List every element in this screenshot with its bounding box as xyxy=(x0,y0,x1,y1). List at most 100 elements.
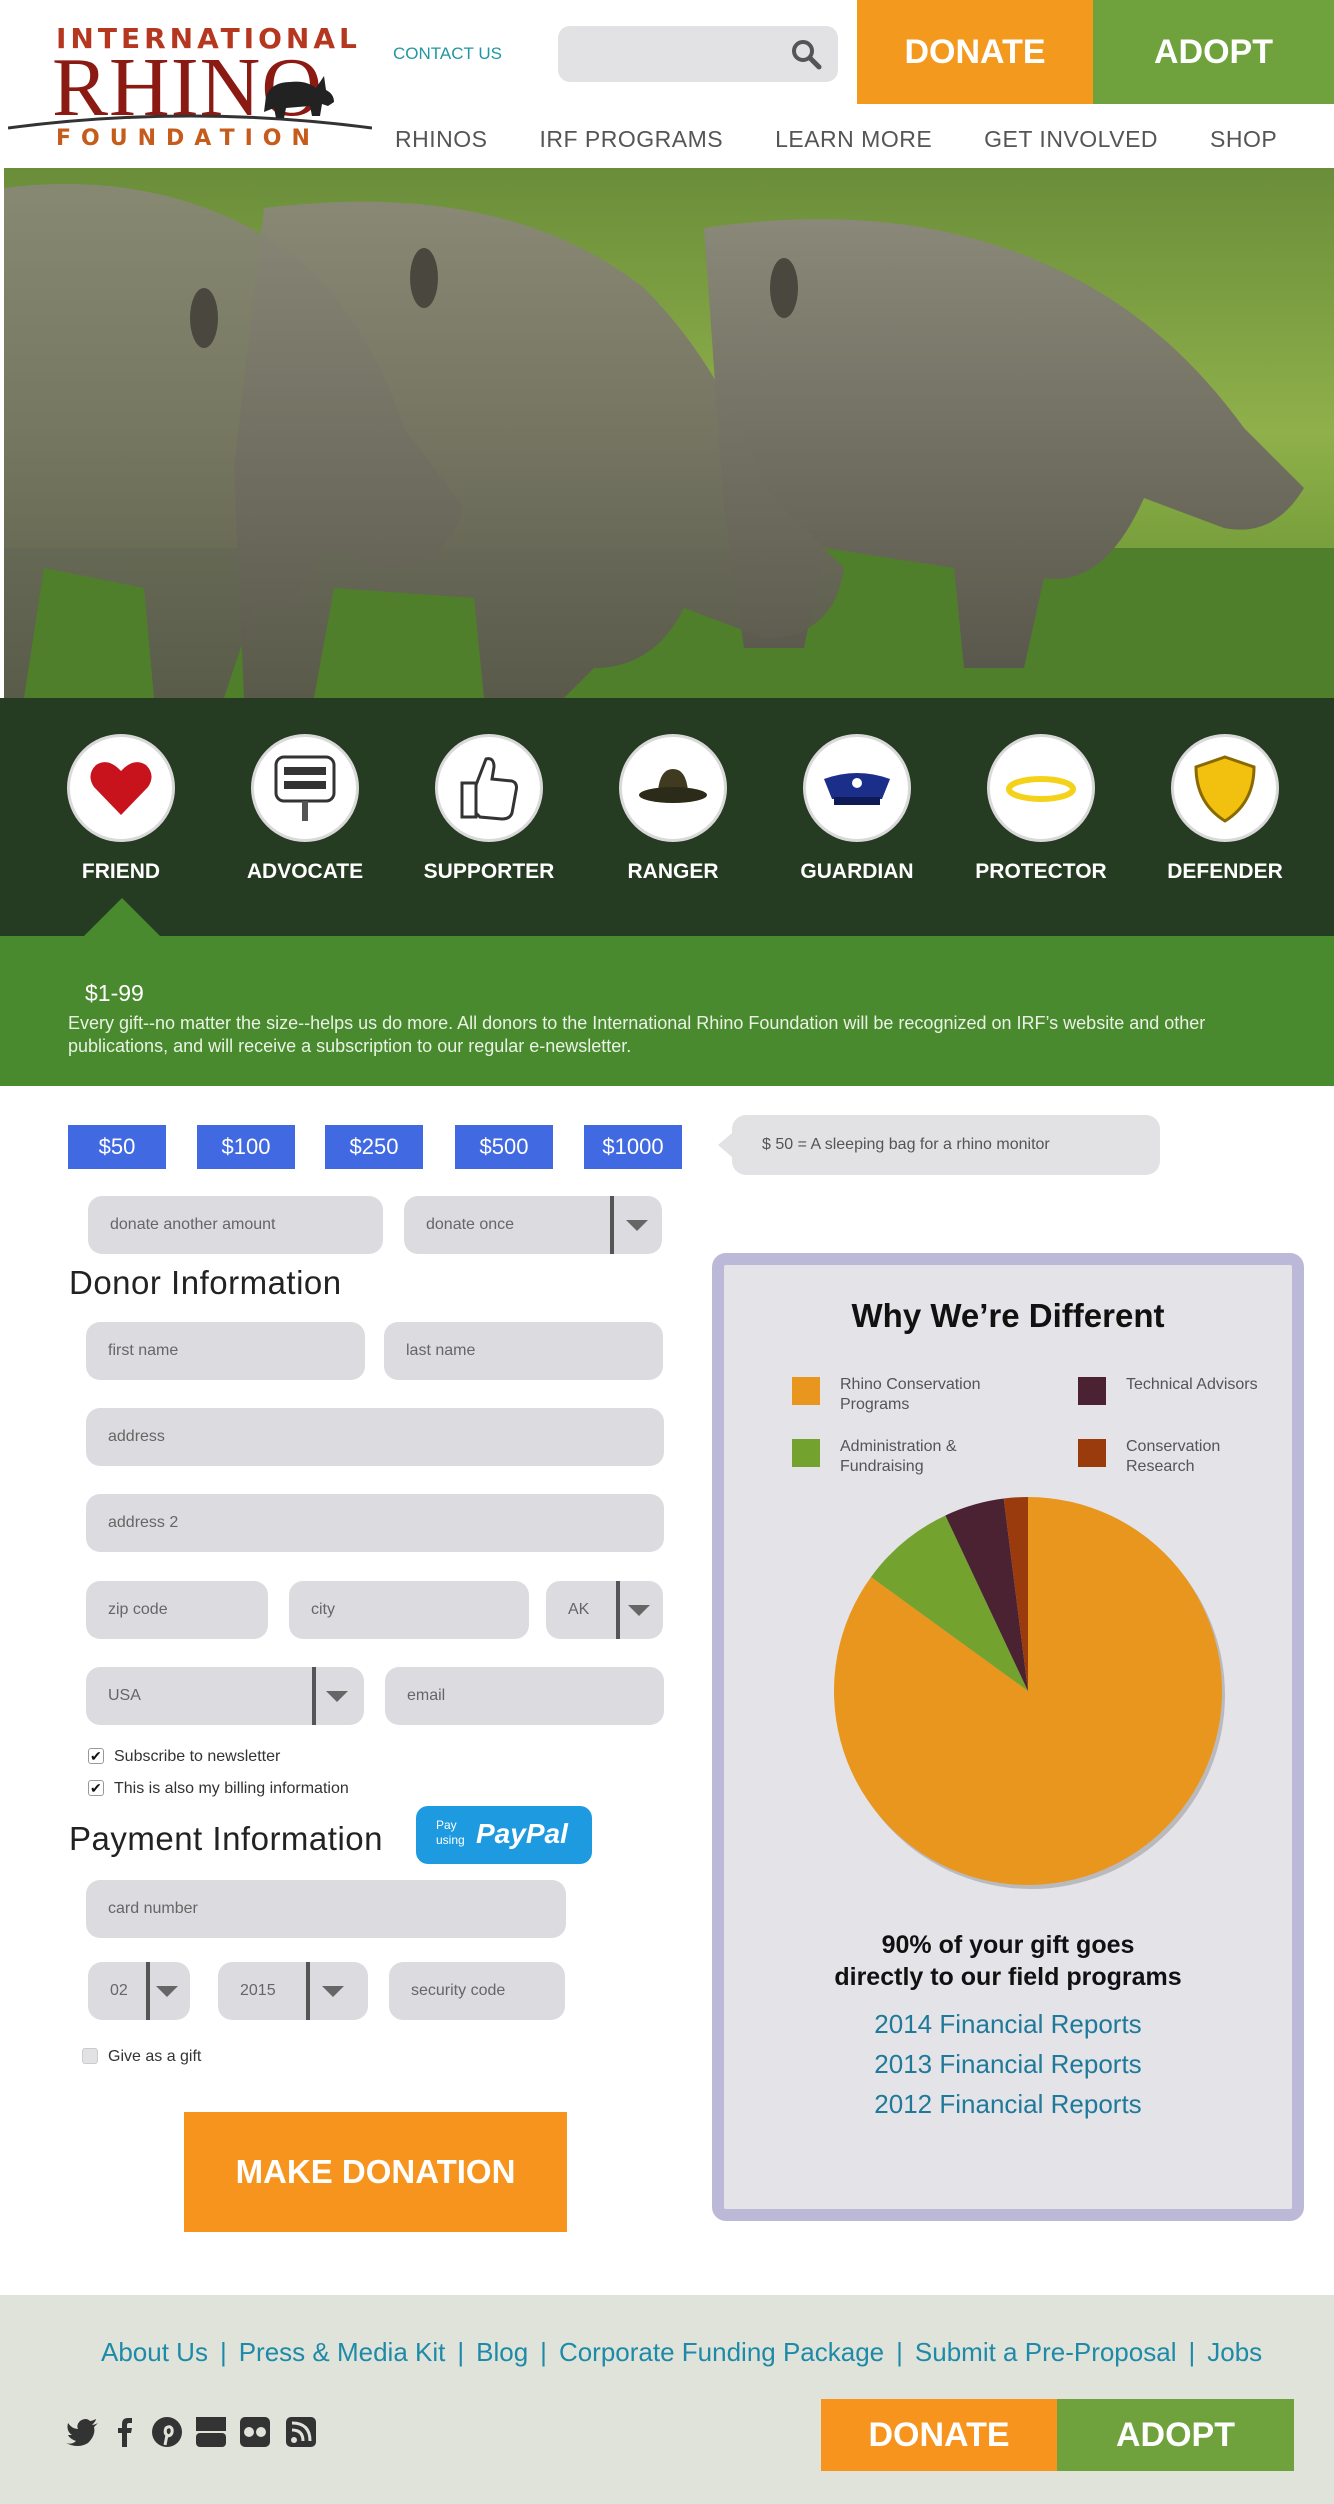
amount-1000-button[interactable]: $1000 xyxy=(584,1125,682,1169)
legend-label: Technical Advisors xyxy=(1126,1376,1258,1393)
youtube-icon[interactable] xyxy=(194,2415,228,2449)
tier-protector[interactable]: PROTECTOR xyxy=(961,734,1121,884)
twitter-icon[interactable] xyxy=(66,2415,100,2449)
stat-line-1: 90% of your gift goes xyxy=(881,1931,1135,1959)
search-icon[interactable] xyxy=(790,38,822,70)
tier-badge xyxy=(1171,734,1279,842)
header-adopt-button[interactable]: ADOPT xyxy=(1093,0,1334,104)
state-select[interactable]: AK xyxy=(546,1581,663,1639)
newsletter-label: Subscribe to newsletter xyxy=(114,1748,281,1765)
expiry-month-select[interactable]: 02 xyxy=(88,1962,190,2020)
frequency-select[interactable]: donate once xyxy=(404,1196,662,1254)
nav-item-shop[interactable]: SHOP xyxy=(1210,126,1277,156)
why-title: Why We’re Different xyxy=(851,1297,1165,1334)
select-divider xyxy=(146,1962,150,2020)
tier-description-text: Every gift--no matter the size--helps us… xyxy=(68,1013,1206,1056)
main-nav: RHINOS IRF PROGRAMS LEARN MORE GET INVOL… xyxy=(395,126,1329,156)
hero-rhino-photo xyxy=(4,168,1334,698)
tier-badge xyxy=(803,734,911,842)
make-donation-button[interactable]: MAKE DONATION xyxy=(184,2112,567,2232)
tier-defender[interactable]: DEFENDER xyxy=(1145,734,1305,884)
footer-separator: | xyxy=(457,2337,465,2367)
gift-label: Give as a gift xyxy=(108,2048,202,2065)
tier-friend[interactable]: FRIEND xyxy=(41,734,201,884)
tier-description: $1-99 Every gift--no matter the size--he… xyxy=(0,936,1334,1086)
security-code-field[interactable]: security code xyxy=(389,1962,565,2020)
field-programs-stat: 90% of your gift goes directly to our fi… xyxy=(724,1929,1292,1993)
checkbox-unchecked-icon[interactable] xyxy=(82,2048,98,2064)
footer-links: About Us | Press & Media Kit | Blog | Corporat… xyxy=(101,2337,1262,2368)
checkbox-checked-icon[interactable] xyxy=(88,1746,104,1766)
nav-item-learn-more[interactable]: LEARN MORE xyxy=(775,126,932,156)
tier-badge xyxy=(987,734,1095,842)
financial-report-2014-link[interactable]: 2014 Financial Reports xyxy=(724,2009,1292,2040)
donor-tiers: FRIEND ADVOCATE SUPPORTER RANGER GUARDIA… xyxy=(0,698,1334,936)
tier-guardian[interactable]: GUARDIAN xyxy=(777,734,937,884)
contact-us-link[interactable]: CONTACT US xyxy=(393,44,502,64)
footer-link-corporate[interactable]: Corporate Funding Package xyxy=(559,2337,884,2367)
tier-badge xyxy=(67,734,175,842)
address2-field[interactable]: address 2 xyxy=(86,1494,664,1552)
newsletter-checkbox[interactable]: Subscribe to newsletter xyxy=(88,1746,281,1767)
amount-500-button[interactable]: $500 xyxy=(455,1125,553,1169)
chevron-down-icon xyxy=(326,1691,348,1702)
footer-link-jobs[interactable]: Jobs xyxy=(1207,2337,1262,2367)
paypal-pay-text: Pay xyxy=(436,1818,457,1832)
footer-link-blog[interactable]: Blog xyxy=(476,2337,528,2367)
legend-swatch xyxy=(1078,1377,1106,1405)
paypal-button[interactable]: Pay using PayPal xyxy=(416,1806,592,1864)
card-number-field[interactable]: card number xyxy=(86,1880,566,1938)
nav-item-get-involved[interactable]: GET INVOLVED xyxy=(984,126,1158,156)
select-divider xyxy=(312,1667,316,1725)
tier-amount: $1-99 xyxy=(85,980,144,1006)
address-field[interactable]: address xyxy=(86,1408,664,1466)
flickr-icon[interactable] xyxy=(238,2415,272,2449)
billing-checkbox[interactable]: This is also my billing information xyxy=(88,1778,349,1799)
footer-separator: | xyxy=(1188,2337,1196,2367)
financial-report-2012-link[interactable]: 2012 Financial Reports xyxy=(724,2089,1292,2120)
amount-tooltip: $ 50 = A sleeping bag for a rhino monito… xyxy=(718,1115,1160,1175)
city-field[interactable]: city xyxy=(289,1581,529,1639)
other-amount-input[interactable]: donate another amount xyxy=(88,1196,383,1254)
tier-advocate[interactable]: ADVOCATE xyxy=(225,734,385,884)
halo-icon xyxy=(1006,776,1076,802)
paypal-pay-using: Pay using xyxy=(436,1818,465,1848)
zip-code-field[interactable]: zip code xyxy=(86,1581,268,1639)
irf-logo[interactable]: INTERNATIONAL RHINO FOUNDATION xyxy=(8,22,372,152)
email-field[interactable]: email xyxy=(385,1667,664,1725)
state-value: AK xyxy=(568,1601,590,1618)
expiry-year-select[interactable]: 2015 xyxy=(218,1962,368,2020)
checkbox-checked-icon[interactable] xyxy=(88,1778,104,1798)
selected-tier-pointer xyxy=(84,898,160,936)
footer-adopt-button[interactable]: ADOPT xyxy=(1057,2399,1294,2471)
header-donate-button[interactable]: DONATE xyxy=(857,0,1093,104)
rss-icon[interactable] xyxy=(284,2415,318,2449)
footer-link-press[interactable]: Press & Media Kit xyxy=(239,2337,446,2367)
footer-donate-button[interactable]: DONATE xyxy=(821,2399,1057,2471)
last-name-field[interactable]: last name xyxy=(384,1322,663,1380)
financial-report-2013-link[interactable]: 2013 Financial Reports xyxy=(724,2049,1292,2080)
tier-supporter[interactable]: SUPPORTER xyxy=(409,734,569,884)
billing-label: This is also my billing information xyxy=(114,1780,349,1797)
tier-ranger[interactable]: RANGER xyxy=(593,734,753,884)
amount-100-button[interactable]: $100 xyxy=(197,1125,295,1169)
pinterest-icon[interactable] xyxy=(150,2415,184,2449)
tier-label: GUARDIAN xyxy=(800,860,914,883)
select-divider xyxy=(616,1581,620,1639)
legend-label: Rhino Conservation Programs xyxy=(840,1376,981,1413)
tier-label: SUPPORTER xyxy=(423,860,555,883)
tier-label: PROTECTOR xyxy=(975,860,1107,883)
amount-50-button[interactable]: $50 xyxy=(68,1125,166,1169)
gift-checkbox[interactable]: Give as a gift xyxy=(82,2047,201,2067)
footer-link-about[interactable]: About Us xyxy=(101,2337,208,2367)
facebook-icon[interactable] xyxy=(108,2415,142,2449)
paypal-logo: PayPal xyxy=(476,1818,568,1849)
country-select[interactable]: USA xyxy=(86,1667,364,1725)
nav-item-irf-programs[interactable]: IRF PROGRAMS xyxy=(539,126,723,156)
tier-label: RANGER xyxy=(627,860,719,883)
amount-250-button[interactable]: $250 xyxy=(325,1125,423,1169)
footer-link-pre-proposal[interactable]: Submit a Pre-Proposal xyxy=(915,2337,1177,2367)
nav-item-rhinos[interactable]: RHINOS xyxy=(395,126,487,156)
first-name-field[interactable]: first name xyxy=(86,1322,365,1380)
search-input[interactable] xyxy=(558,26,838,82)
